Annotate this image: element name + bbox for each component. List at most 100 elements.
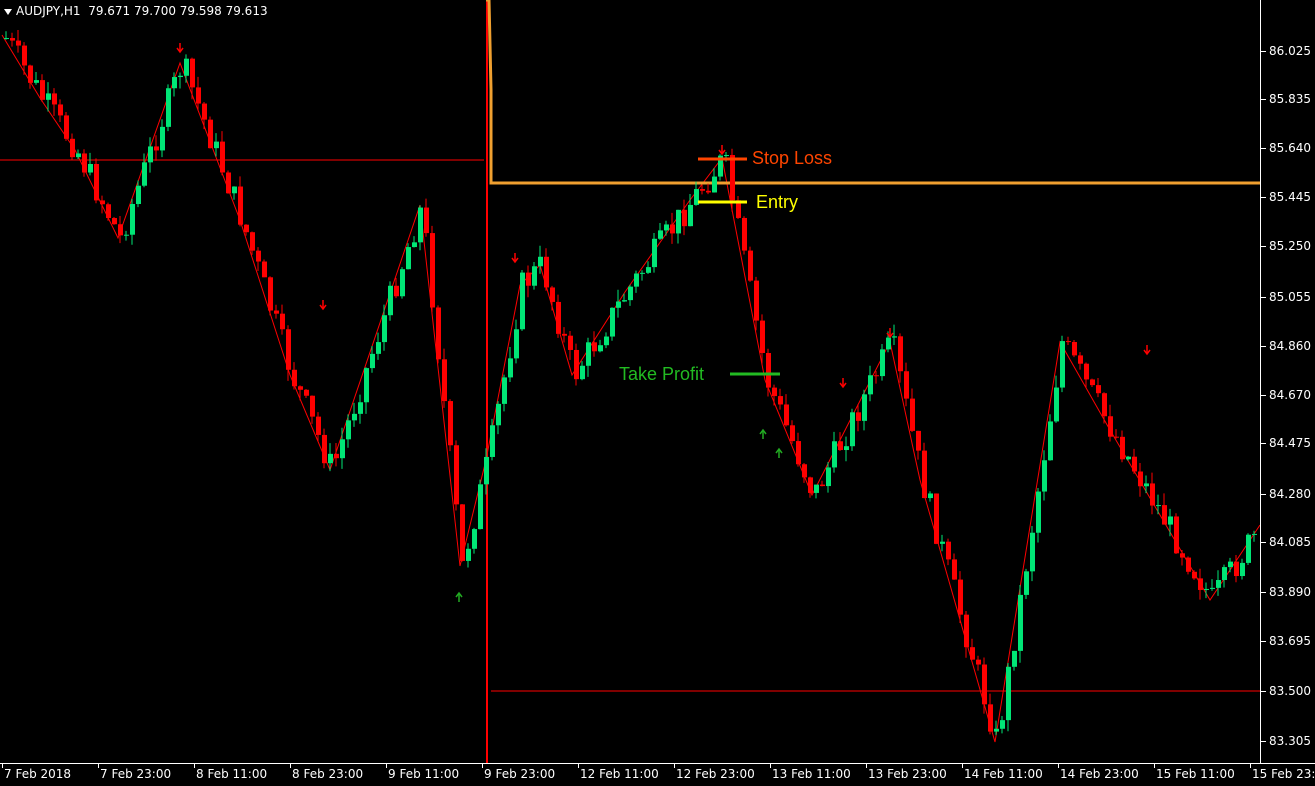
candle-body xyxy=(382,315,387,343)
candle-body xyxy=(1126,456,1131,460)
candle-body xyxy=(406,247,411,270)
candle-body xyxy=(154,146,159,151)
time-label: 7 Feb 23:00 xyxy=(100,767,172,781)
candle-body xyxy=(1060,341,1065,388)
candle-body xyxy=(802,464,807,478)
candle-body xyxy=(742,217,747,251)
candle-body xyxy=(544,256,549,288)
candle-body xyxy=(592,342,597,352)
candle-body xyxy=(130,204,135,235)
candle-body xyxy=(520,272,525,330)
price-tick xyxy=(1261,443,1266,444)
candle-body xyxy=(496,403,501,426)
candle-body xyxy=(376,342,381,354)
candle-body xyxy=(970,647,975,660)
candle-body xyxy=(1156,505,1161,507)
candle-body xyxy=(1036,491,1041,533)
candle-body xyxy=(502,377,507,404)
candle-body xyxy=(1024,571,1029,595)
entry-label: Entry xyxy=(756,192,799,212)
price-tick xyxy=(1261,641,1266,642)
candle-body xyxy=(172,77,177,89)
candle-body xyxy=(1174,516,1179,554)
candle-body xyxy=(400,269,405,297)
candle-body xyxy=(244,224,249,233)
candle-body xyxy=(1018,594,1023,651)
candle-body xyxy=(1216,580,1221,588)
dropdown-triangle-icon[interactable] xyxy=(4,8,12,15)
candle-body xyxy=(64,115,69,139)
candle-body xyxy=(220,141,225,173)
candle-body xyxy=(346,420,351,440)
candle-body xyxy=(556,301,561,334)
stop-loss-label: Stop Loss xyxy=(752,148,833,168)
candle-body xyxy=(442,359,447,402)
candle-body xyxy=(274,310,279,314)
candle-body xyxy=(250,232,255,251)
candle-body xyxy=(334,453,339,459)
candle-body xyxy=(112,218,117,225)
price-tick xyxy=(1261,297,1266,298)
candle-body xyxy=(1120,436,1125,460)
candle-body xyxy=(298,386,303,390)
time-axis[interactable]: 7 Feb 2018 7 Feb 23:00 8 Feb 11:00 8 Feb 23… xyxy=(0,763,1315,786)
candle-body xyxy=(658,230,663,239)
time-label: 8 Feb 23:00 xyxy=(292,767,364,781)
candle-body xyxy=(670,224,675,234)
candle-body xyxy=(1240,562,1245,577)
candle-body xyxy=(310,395,315,417)
candle-body xyxy=(1180,553,1185,558)
candle-body xyxy=(952,559,957,580)
candle-body xyxy=(1102,393,1107,417)
orange-level-line xyxy=(486,0,1260,185)
candle-body xyxy=(106,204,111,219)
time-label: 14 Feb 11:00 xyxy=(964,767,1043,781)
candle-body xyxy=(682,209,687,227)
candle-body xyxy=(610,307,615,337)
candle-body xyxy=(202,103,207,120)
candle-body xyxy=(1150,483,1155,506)
candle-body xyxy=(838,441,843,451)
time-tick xyxy=(674,764,675,768)
price-label: 85.835 xyxy=(1269,92,1311,106)
time-label: 13 Feb 11:00 xyxy=(772,767,851,781)
candle-body xyxy=(922,450,927,499)
candle-body xyxy=(454,445,459,505)
price-tick xyxy=(1261,148,1266,149)
price-axis[interactable]: 86.025 85.835 85.640 85.445 85.250 85.055 84.8… xyxy=(1260,0,1315,763)
candle-body xyxy=(280,313,285,330)
candle-body xyxy=(1066,341,1071,343)
candle-body xyxy=(1006,666,1011,721)
time-tick xyxy=(290,764,291,768)
candle-body xyxy=(604,336,609,346)
candle-body xyxy=(82,153,87,173)
candle-body xyxy=(1234,561,1239,577)
price-tick xyxy=(1261,346,1266,347)
candle-body xyxy=(232,186,237,194)
candle-body xyxy=(538,256,543,267)
candle-body xyxy=(1108,416,1113,437)
candle-body xyxy=(652,238,657,268)
candle-body xyxy=(940,541,945,544)
symbol-info: AUDJPY,H1 79.671 79.700 79.598 79.613 xyxy=(4,4,268,18)
price-label: 85.250 xyxy=(1269,239,1311,253)
candle-body xyxy=(532,266,537,286)
candle-body xyxy=(568,335,573,350)
candle-body xyxy=(958,579,963,615)
candle-body xyxy=(460,504,465,561)
candle-body xyxy=(562,333,567,336)
candle-body xyxy=(478,484,483,530)
candle-body xyxy=(832,441,837,468)
price-label: 84.085 xyxy=(1269,535,1311,549)
time-label: 14 Feb 23:00 xyxy=(1060,767,1139,781)
candle-body xyxy=(1252,533,1257,535)
candle-body xyxy=(10,38,15,41)
price-label: 85.055 xyxy=(1269,290,1311,304)
candle-body xyxy=(994,728,999,732)
candle-body xyxy=(28,65,33,83)
candle-body xyxy=(514,329,519,359)
candle-body xyxy=(874,375,879,377)
time-tick xyxy=(770,764,771,768)
candle-body xyxy=(628,286,633,301)
candle-body xyxy=(580,365,585,380)
